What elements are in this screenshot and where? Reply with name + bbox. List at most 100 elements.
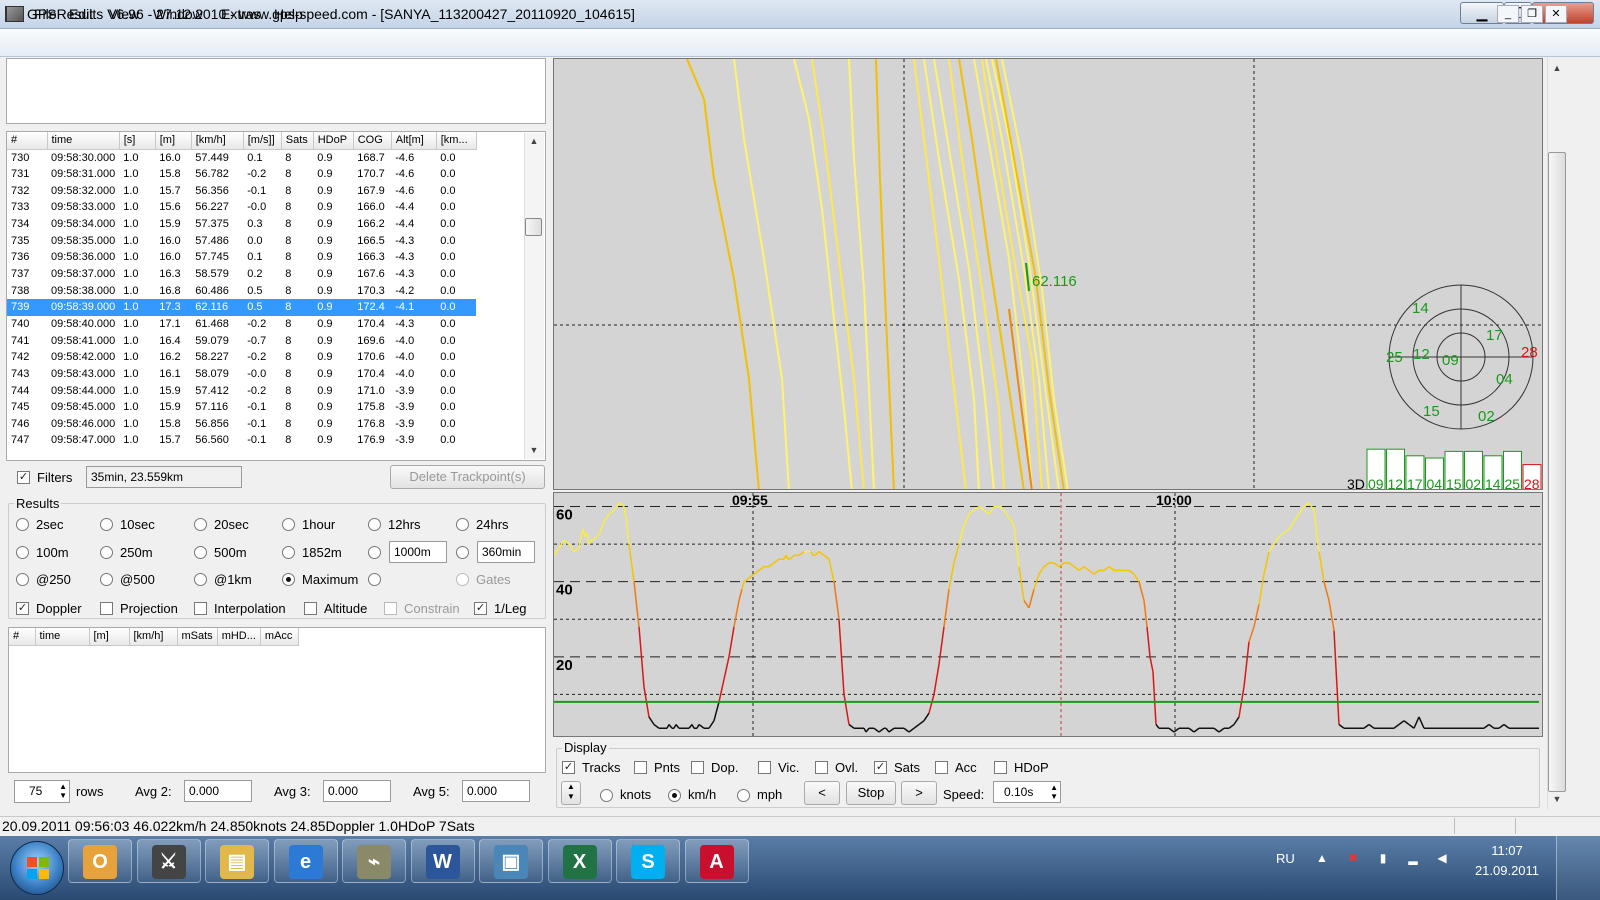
volume-icon[interactable]: ◀ xyxy=(1435,851,1449,865)
result-option-checkbox[interactable] xyxy=(194,602,207,615)
result-radio[interactable] xyxy=(282,546,295,559)
clock-time[interactable]: 11:07 xyxy=(1474,843,1540,858)
mdi-minimize-button[interactable]: _ xyxy=(1497,5,1519,23)
taskbar-app-word[interactable]: W xyxy=(410,839,475,883)
column-header[interactable]: [km/h] xyxy=(191,132,244,150)
column-header[interactable]: # xyxy=(9,628,36,646)
spinner-icon[interactable]: ▲ ▼ xyxy=(1050,783,1058,801)
table-row[interactable]: 731 09:58:31.000 1.0 15.8 56.782 -0.2 8 0.9 170.… xyxy=(7,166,476,183)
unit-radio[interactable] xyxy=(668,789,681,802)
result-radio[interactable] xyxy=(368,518,381,531)
column-header[interactable]: Alt[m] xyxy=(391,132,437,150)
zoom-spinner[interactable]: ▲ ▼ xyxy=(561,781,581,805)
show-desktop-button[interactable] xyxy=(1556,836,1600,900)
table-row[interactable]: 740 09:58:40.000 1.0 17.1 61.468 -0.2 8 0.9 170.… xyxy=(7,316,476,333)
result-radio[interactable] xyxy=(282,573,295,586)
column-header[interactable]: mAcc xyxy=(260,628,299,646)
track-map[interactable]: 62.116 14 17 25 12 09 28 04 15 02 3D 09 12 17 04 15 02… xyxy=(553,58,1543,490)
menu-extras[interactable]: Extras xyxy=(221,6,261,22)
show-hidden-icons-icon[interactable]: ▲ xyxy=(1315,851,1329,865)
table-row[interactable]: 738 09:58:38.000 1.0 16.8 60.486 0.5 8 0.9 170.3… xyxy=(7,282,476,299)
column-header[interactable]: Sats xyxy=(281,132,314,150)
result-radio[interactable] xyxy=(16,518,29,531)
table-row[interactable]: 736 09:58:36.000 1.0 16.0 57.745 0.1 8 0.9 166.3… xyxy=(7,249,476,266)
taskbar-app-internet-explorer[interactable]: e xyxy=(273,839,338,883)
result-radio[interactable] xyxy=(194,573,207,586)
next-button[interactable]: > xyxy=(901,781,937,805)
menu-file[interactable]: File xyxy=(34,6,57,22)
display-option-checkbox[interactable] xyxy=(758,761,771,774)
playback-speed-input[interactable]: 0.10s ▲ ▼ xyxy=(993,781,1061,803)
custom-time-input[interactable]: 360min xyxy=(477,541,535,563)
speed-graph-canvas[interactable]: 20 40 60 09:55 10:00 xyxy=(554,493,1543,737)
display-option-checkbox[interactable] xyxy=(994,761,1007,774)
column-header[interactable]: # xyxy=(7,132,48,150)
column-header[interactable]: time xyxy=(35,628,90,646)
column-header[interactable]: mHD... xyxy=(217,628,261,646)
taskbar-app-outlook[interactable]: O xyxy=(68,839,132,883)
custom-distance-input[interactable]: 1000m xyxy=(389,541,447,563)
table-row[interactable]: 747 09:58:47.000 1.0 15.7 56.560 -0.1 8 0.9 176.… xyxy=(7,432,476,449)
table-row[interactable]: 739 09:58:39.000 1.0 17.3 62.116 0.5 8 0.9 172.4… xyxy=(7,298,477,316)
display-option-checkbox[interactable] xyxy=(634,761,647,774)
scroll-down-icon[interactable]: ▼ xyxy=(1548,791,1566,807)
column-header[interactable]: [m] xyxy=(89,628,130,646)
stop-button[interactable]: Stop xyxy=(846,781,896,805)
unit-radio[interactable] xyxy=(600,789,613,802)
document-icon[interactable] xyxy=(6,6,24,22)
taskbar-app-acrobat[interactable]: A xyxy=(684,839,749,883)
table-row[interactable]: 746 09:58:46.000 1.0 15.8 56.856 -0.1 8 0.9 176.… xyxy=(7,416,476,433)
result-radio[interactable] xyxy=(456,518,469,531)
table-row[interactable]: 735 09:58:35.000 1.0 16.0 57.486 0.0 8 0.9 166.5… xyxy=(7,232,476,249)
table-row[interactable]: 741 09:58:41.000 1.0 16.4 59.079 -0.7 8 0.9 169.… xyxy=(7,332,476,349)
table-row[interactable]: 734 09:58:34.000 1.0 15.9 57.375 0.3 8 0.9 166.2… xyxy=(7,216,476,233)
rows-input[interactable]: 75 ▲ ▼ xyxy=(14,780,70,803)
result-option-checkbox[interactable] xyxy=(384,602,397,615)
mdi-restore-button[interactable]: ❐ xyxy=(1521,5,1543,23)
result-radio[interactable] xyxy=(368,546,381,559)
table-row[interactable]: 730 09:58:30.000 1.0 16.0 57.449 0.1 8 0.9 168.7… xyxy=(7,149,476,166)
result-radio[interactable] xyxy=(282,518,295,531)
taskbar-app-explorer[interactable]: ▤ xyxy=(205,839,269,883)
track-map-canvas[interactable]: 62.116 141725 12 09 280415 02 3D 09 12 17 04 15 02… xyxy=(554,59,1543,490)
column-header[interactable]: COG xyxy=(353,132,392,150)
result-option-checkbox[interactable] xyxy=(304,602,317,615)
start-button[interactable] xyxy=(10,841,64,895)
taskbar-app-gpsresults[interactable]: ⌁ xyxy=(342,839,406,883)
battery-icon[interactable]: ▮ xyxy=(1376,851,1390,865)
menu-edit[interactable]: Edit xyxy=(69,6,93,22)
result-radio[interactable] xyxy=(100,546,113,559)
result-radio[interactable] xyxy=(16,573,29,586)
table-row[interactable]: 732 09:58:32.000 1.0 15.7 56.356 -0.1 8 0.9 167.… xyxy=(7,182,476,199)
result-radio[interactable] xyxy=(16,546,29,559)
network-error-icon[interactable]: ✖ xyxy=(1346,851,1360,865)
column-header[interactable]: [m] xyxy=(155,132,192,150)
display-option-checkbox[interactable] xyxy=(691,761,704,774)
column-header[interactable]: time xyxy=(47,132,120,150)
prev-button[interactable]: < xyxy=(804,781,840,805)
result-radio[interactable] xyxy=(456,573,469,586)
display-option-checkbox[interactable] xyxy=(935,761,948,774)
taskbar-app-skype[interactable]: S xyxy=(616,839,680,883)
result-radio[interactable] xyxy=(456,546,469,559)
table-row[interactable]: 745 09:58:45.000 1.0 15.9 57.116 -0.1 8 0.9 175.… xyxy=(7,399,476,416)
window-scroll-thumb[interactable] xyxy=(1548,152,1566,792)
result-option-checkbox[interactable]: ✓ xyxy=(474,602,487,615)
speed-graph[interactable]: 20 40 60 09:55 10:00 xyxy=(553,492,1543,737)
result-radio[interactable] xyxy=(100,518,113,531)
table-row[interactable]: 737 09:58:37.000 1.0 16.3 58.579 0.2 8 0.9 167.6… xyxy=(7,266,476,283)
scroll-up-icon[interactable]: ▲ xyxy=(525,133,543,149)
column-header[interactable]: mSats xyxy=(177,628,218,646)
column-header[interactable]: [km... xyxy=(436,132,477,150)
column-header[interactable]: [m/s]] xyxy=(243,132,282,150)
result-radio[interactable] xyxy=(368,573,381,586)
table-row[interactable]: 733 09:58:33.000 1.0 15.6 56.227 -0.0 8 0.9 166.… xyxy=(7,199,476,216)
result-radio[interactable] xyxy=(194,518,207,531)
results-table[interactable]: # time [m] [km/h] mSats mHD... mAcc xyxy=(8,627,546,773)
taskbar-app-photo-viewer[interactable]: ▣ xyxy=(479,839,543,883)
result-option-checkbox[interactable]: ✓ xyxy=(16,602,29,615)
menu-window[interactable]: Window xyxy=(153,6,203,22)
column-header[interactable]: [km/h] xyxy=(129,628,178,646)
mdi-close-button[interactable]: ✕ xyxy=(1545,5,1567,23)
trackpoint-scrollbar[interactable]: ▲ ▼ xyxy=(524,133,544,459)
